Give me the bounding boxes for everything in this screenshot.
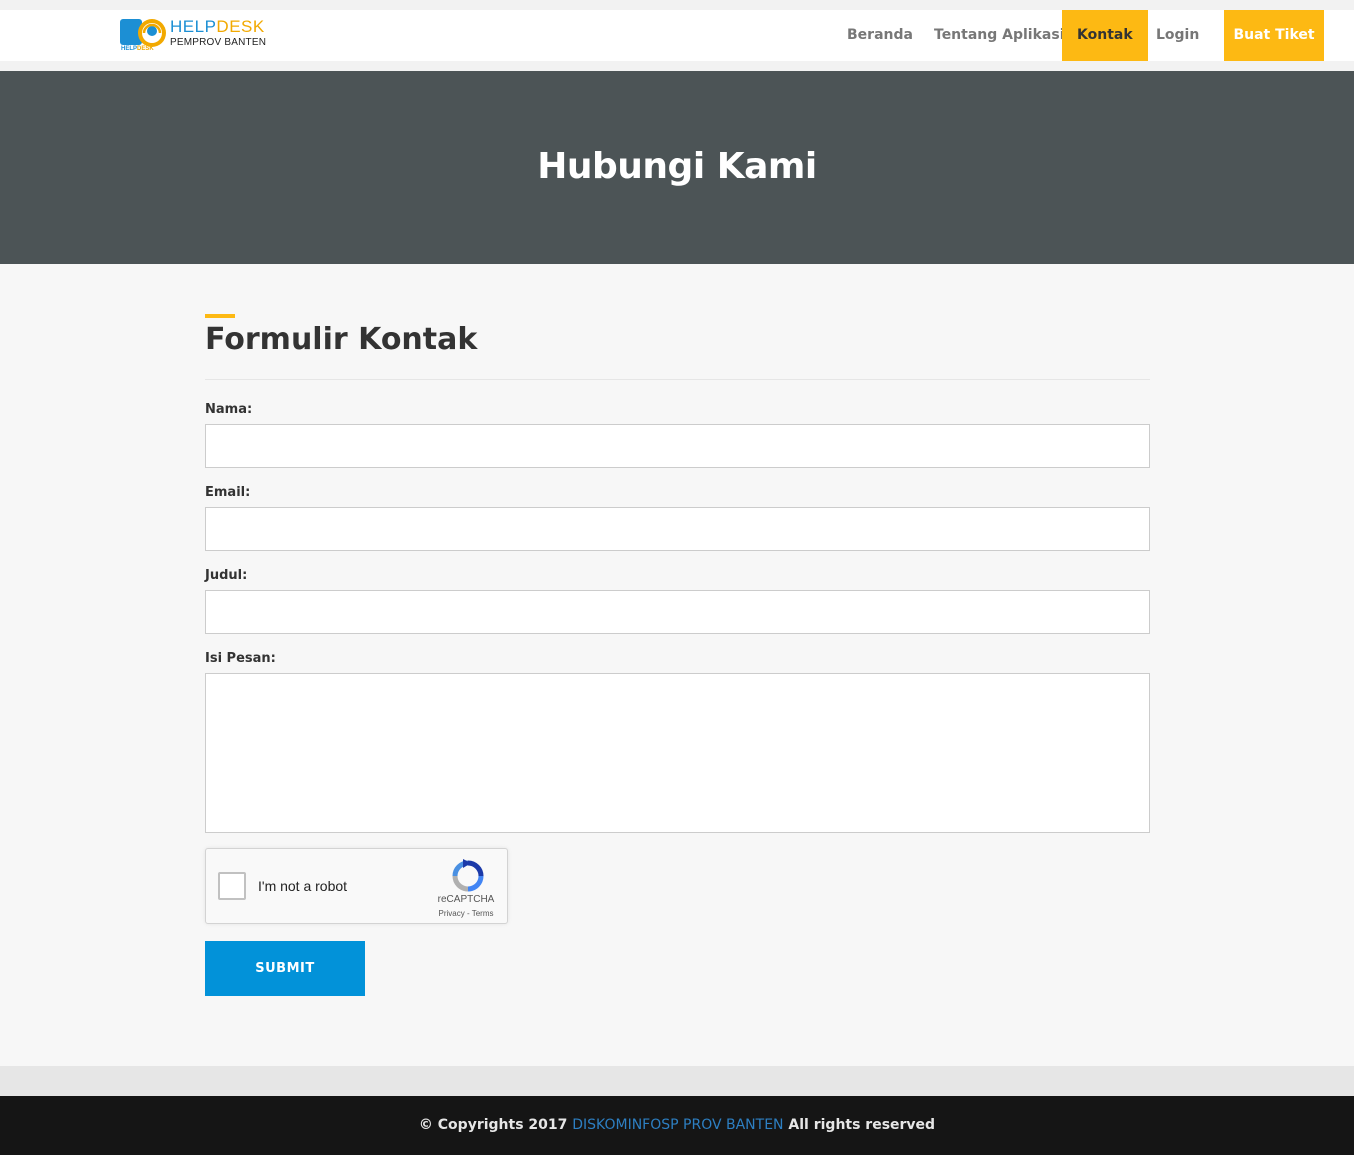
logo-desk: DESK <box>216 17 265 36</box>
nav-login[interactable]: Login <box>1156 10 1199 61</box>
recaptcha-terms[interactable]: Privacy - Terms <box>431 909 501 919</box>
title-accent-bar <box>205 314 235 318</box>
nav-gap <box>0 61 1354 71</box>
page-hero: Hubungi Kami <box>0 71 1354 264</box>
footer-prefix: © Copyrights 2017 <box>418 1117 568 1133</box>
top-strip <box>0 0 1354 10</box>
site-logo[interactable]: HELPDESK HELPDESK PEMPROV BANTEN <box>120 17 270 53</box>
page-title: Hubungi Kami <box>537 146 817 187</box>
site-footer: © Copyrights 2017 DISKOMINFOSP PROV BANT… <box>0 1096 1354 1155</box>
logo-title: HELPDESK <box>170 17 265 37</box>
prefooter-strip <box>0 1066 1354 1096</box>
recaptcha-brand: reCAPTCHA <box>437 894 495 905</box>
logo-badge-help: HELP <box>121 46 137 51</box>
nama-input[interactable] <box>205 424 1150 468</box>
logo-help: HELP <box>170 17 217 36</box>
logo-badge-desk: DESK <box>137 46 154 51</box>
footer-suffix: All rights reserved <box>788 1117 936 1133</box>
nav-kontak[interactable]: Kontak <box>1062 10 1148 61</box>
isi-pesan-textarea[interactable] <box>205 673 1150 833</box>
nav-beranda[interactable]: Beranda <box>847 10 913 61</box>
isi-pesan-label: Isi Pesan: <box>205 651 276 666</box>
footer-copyright: © Copyrights 2017 DISKOMINFOSP PROV BANT… <box>0 1116 1354 1134</box>
form-title: Formulir Kontak <box>205 322 478 357</box>
judul-label: Judul: <box>205 568 248 583</box>
form-divider <box>205 379 1150 380</box>
svg-text:HELPDESK: HELPDESK <box>121 46 154 51</box>
nav-tentang-aplikasi[interactable]: Tentang Aplikasi <box>934 10 1065 61</box>
email-label: Email: <box>205 485 251 500</box>
email-input[interactable] <box>205 507 1150 551</box>
recaptcha-checkbox[interactable] <box>218 872 246 900</box>
judul-input[interactable] <box>205 590 1150 634</box>
logo-subtitle: PEMPROV BANTEN <box>170 37 267 48</box>
recaptcha-widget: I'm not a robot reCAPTCHA Privacy - Term… <box>205 848 508 924</box>
recaptcha-label: I'm not a robot <box>258 878 348 894</box>
submit-button[interactable]: SUBMIT <box>205 941 365 996</box>
recaptcha-icon <box>452 859 484 892</box>
footer-org-link[interactable]: DISKOMINFOSP PROV BANTEN <box>572 1117 783 1133</box>
helpdesk-headset-icon: HELPDESK <box>120 19 166 51</box>
nama-label: Nama: <box>205 402 253 417</box>
buat-tiket-button[interactable]: Buat Tiket <box>1224 10 1324 61</box>
